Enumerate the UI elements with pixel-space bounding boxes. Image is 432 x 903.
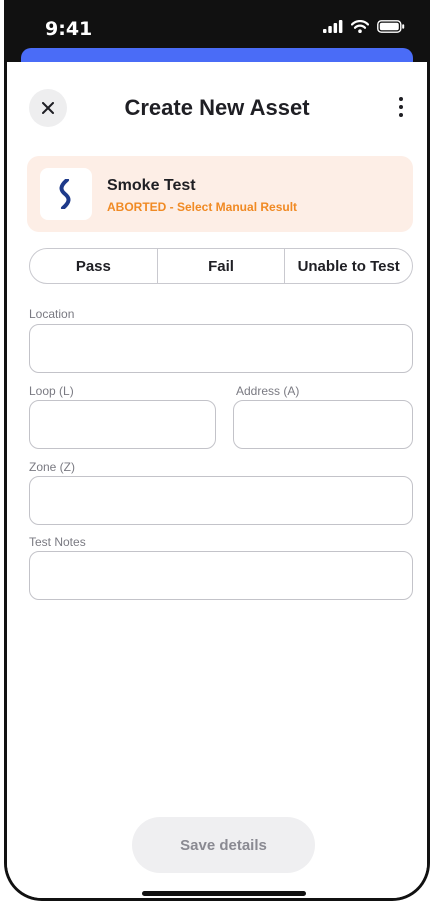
result-option-pass[interactable]: Pass — [30, 249, 158, 283]
home-indicator — [142, 891, 306, 896]
more-vertical-icon — [399, 97, 403, 117]
zone-field[interactable] — [29, 476, 413, 525]
test-notes-field[interactable] — [29, 551, 413, 600]
location-field[interactable] — [29, 324, 413, 373]
loop-field[interactable] — [29, 400, 216, 449]
signal-icon — [323, 20, 343, 33]
test-icon-box — [40, 168, 92, 220]
zone-label: Zone (Z) — [29, 460, 76, 474]
test-status-card: Smoke Test ABORTED - Select Manual Resul… — [27, 156, 413, 232]
battery-icon — [377, 20, 405, 33]
result-option-unable-to-test[interactable]: Unable to Test — [285, 249, 412, 283]
status-time: 9:41 — [45, 18, 93, 40]
result-option-fail[interactable]: Fail — [158, 249, 286, 283]
test-status-text: ABORTED - Select Manual Result — [107, 200, 298, 214]
result-segmented-control: Pass Fail Unable to Test — [29, 248, 413, 284]
loop-label: Loop (L) — [29, 384, 74, 398]
more-options-button[interactable] — [389, 90, 413, 124]
test-name: Smoke Test — [107, 177, 196, 194]
location-label: Location — [29, 307, 75, 321]
create-asset-sheet: Create New Asset Smoke Test ABORTED - Se… — [7, 62, 427, 898]
smoke-icon — [59, 179, 71, 209]
device-frame: 9:41 Create New Asset Smoke Test ABORTED… — [4, 0, 430, 901]
address-field[interactable] — [233, 400, 413, 449]
address-label: Address (A) — [236, 384, 300, 398]
wifi-icon — [351, 20, 369, 33]
save-details-button[interactable]: Save details — [132, 817, 315, 873]
status-icons — [323, 20, 405, 33]
page-title: Create New Asset — [124, 95, 310, 120]
sheet-header: Create New Asset — [7, 84, 427, 130]
test-notes-label: Test Notes — [29, 535, 86, 549]
